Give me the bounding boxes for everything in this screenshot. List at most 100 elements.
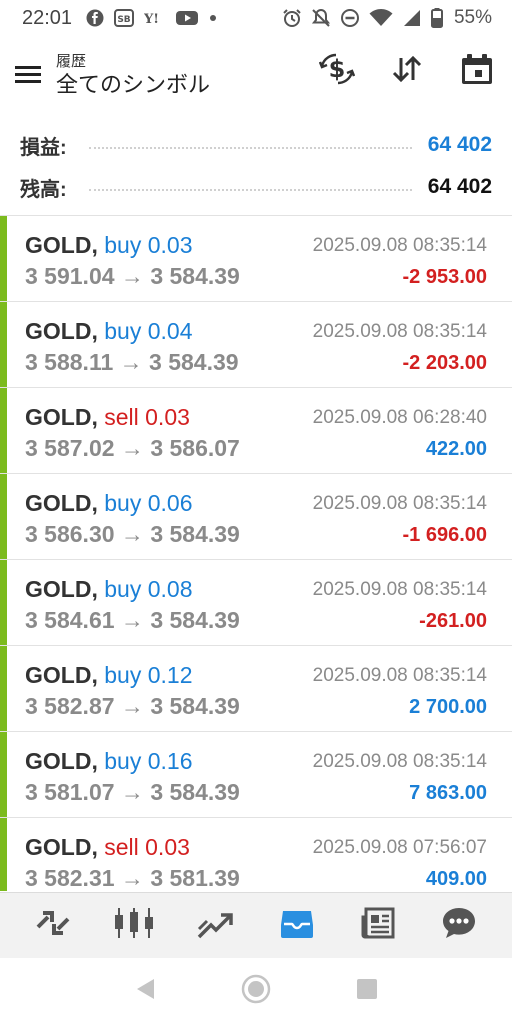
- trade-symbol: GOLD: [25, 232, 92, 258]
- svg-text:$: $: [329, 55, 346, 83]
- trade-row[interactable]: GOLD, sell 0.03 3 587.02 → 3 586.07 2025…: [0, 388, 512, 474]
- svg-text:SB: SB: [117, 15, 130, 25]
- trade-profit: 409.00: [425, 868, 487, 890]
- trade-type: sell: [104, 404, 139, 430]
- trade-row[interactable]: GOLD, buy 0.12 3 582.87 → 3 584.39 2025.…: [0, 646, 512, 732]
- trade-row[interactable]: GOLD, buy 0.16 3 581.07 → 3 584.39 2025.…: [0, 732, 512, 818]
- notification-icons: SB Y!: [86, 9, 218, 27]
- trade-header: GOLD, buy 0.08: [25, 576, 193, 602]
- calendar-button[interactable]: [456, 50, 498, 92]
- open-price: 3 588.11: [25, 349, 114, 375]
- trade-symbol: GOLD: [25, 576, 92, 602]
- home-button[interactable]: [232, 967, 280, 1015]
- trade-type: buy: [104, 232, 142, 258]
- open-price: 3 584.61: [25, 607, 115, 633]
- trade-profit: -2 953.00: [402, 266, 487, 288]
- calendar-icon: [461, 53, 493, 90]
- close-price: 3 584.39: [150, 521, 240, 547]
- trade-prices: 3 581.07 → 3 584.39: [25, 779, 240, 806]
- facebook-icon: [86, 9, 104, 27]
- arrow-icon: →: [120, 263, 144, 289]
- profit-row: 損益: 64 402: [0, 124, 512, 166]
- trade-row[interactable]: GOLD, buy 0.06 3 586.30 → 3 584.39 2025.…: [0, 474, 512, 560]
- trade-prices: 3 582.87 → 3 584.39: [25, 693, 240, 720]
- dotted-leader: [88, 189, 412, 191]
- trade-history-list[interactable]: GOLD, buy 0.03 3 591.04 → 3 584.39 2025.…: [0, 215, 512, 891]
- trade-prices: 3 591.04 → 3 584.39: [25, 263, 240, 290]
- trade-profit: -2 203.00: [402, 352, 487, 374]
- signal-icon: [402, 8, 422, 28]
- open-price: 3 582.31: [25, 865, 115, 891]
- trade-indicator-bar: [0, 474, 7, 559]
- trade-header: GOLD, buy 0.06: [25, 490, 193, 516]
- trade-time: 2025.09.08 08:35:14: [312, 493, 487, 514]
- youtube-icon: [176, 10, 199, 26]
- sb-app-icon: SB: [114, 9, 135, 27]
- nav-chart[interactable]: [104, 898, 164, 954]
- dotted-leader: [88, 147, 412, 149]
- trade-time: 2025.09.08 08:35:14: [312, 751, 487, 772]
- recents-icon: [356, 978, 378, 1005]
- title-block[interactable]: 履歴 全てのシンボル: [56, 53, 210, 99]
- trade-symbol: GOLD: [25, 404, 92, 430]
- home-icon: [241, 974, 271, 1009]
- nav-news[interactable]: [348, 898, 408, 954]
- status-time: 22:01: [22, 6, 73, 29]
- trade-symbol: GOLD: [25, 834, 92, 860]
- nav-history[interactable]: [267, 898, 327, 954]
- arrow-icon: →: [120, 779, 144, 805]
- arrow-icon: →: [119, 349, 143, 375]
- close-price: 3 584.39: [150, 607, 240, 633]
- trade-type: sell: [104, 834, 139, 860]
- menu-button[interactable]: [0, 48, 56, 104]
- yahoo-icon: Y!: [144, 10, 166, 26]
- nav-trade[interactable]: [185, 898, 245, 954]
- system-status-icons: 55%: [282, 7, 492, 29]
- trade-prices: 3 586.30 → 3 584.39: [25, 521, 240, 548]
- history-icon: [280, 907, 314, 944]
- close-price: 3 584.39: [150, 779, 240, 805]
- arrow-icon: →: [120, 865, 144, 891]
- balance-label: 残高:: [20, 178, 67, 201]
- page-title: 全てのシンボル: [56, 72, 211, 97]
- close-price: 3 586.07: [150, 435, 240, 461]
- quotes-icon: [35, 907, 71, 944]
- trade-volume: 0.08: [147, 576, 193, 602]
- trade-row[interactable]: GOLD, buy 0.04 3 588.11 → 3 584.39 2025.…: [0, 302, 512, 388]
- trade-row[interactable]: GOLD, buy 0.03 3 591.04 → 3 584.39 2025.…: [0, 216, 512, 302]
- news-icon: [361, 907, 395, 944]
- trade-time: 2025.09.08 08:35:14: [312, 579, 487, 600]
- trade-type: buy: [104, 318, 142, 344]
- trade-volume: 0.12: [147, 662, 193, 688]
- alarm-icon: [282, 8, 302, 28]
- trade-volume: 0.03: [145, 404, 190, 430]
- trade-profit: -261.00: [419, 610, 487, 632]
- page-subtitle: 履歴: [56, 53, 87, 70]
- open-price: 3 582.87: [25, 693, 115, 719]
- trade-volume: 0.03: [147, 232, 193, 258]
- trade-indicator-bar: [0, 216, 7, 301]
- trade-header: GOLD, buy 0.16: [25, 748, 193, 774]
- trade-row[interactable]: GOLD, sell 0.03 3 582.31 → 3 581.39 2025…: [0, 818, 512, 891]
- currency-filter-button[interactable]: $: [316, 50, 358, 92]
- back-button[interactable]: [121, 967, 169, 1015]
- system-navigation: [0, 958, 512, 1024]
- trade-header: GOLD, buy 0.04: [25, 318, 193, 344]
- trade-time: 2025.09.08 06:28:40: [312, 407, 487, 428]
- sort-button[interactable]: [386, 50, 428, 92]
- arrow-icon: →: [120, 435, 144, 461]
- trade-row[interactable]: GOLD, buy 0.08 3 584.61 → 3 584.39 2025.…: [0, 560, 512, 646]
- nav-quotes[interactable]: [23, 898, 83, 954]
- trade-volume: 0.04: [147, 318, 193, 344]
- nav-chat[interactable]: [429, 898, 489, 954]
- trade-prices: 3 587.02 → 3 586.07: [25, 435, 240, 462]
- recents-button[interactable]: [343, 967, 391, 1015]
- arrow-icon: →: [120, 521, 144, 547]
- mute-icon: [311, 8, 331, 28]
- balance-value: 64 402: [427, 175, 492, 198]
- open-price: 3 591.04: [25, 263, 115, 289]
- currency-exchange-icon: $: [318, 52, 356, 91]
- trade-indicator-bar: [0, 560, 7, 645]
- battery-icon: [430, 8, 443, 28]
- app-actions: $: [316, 50, 498, 92]
